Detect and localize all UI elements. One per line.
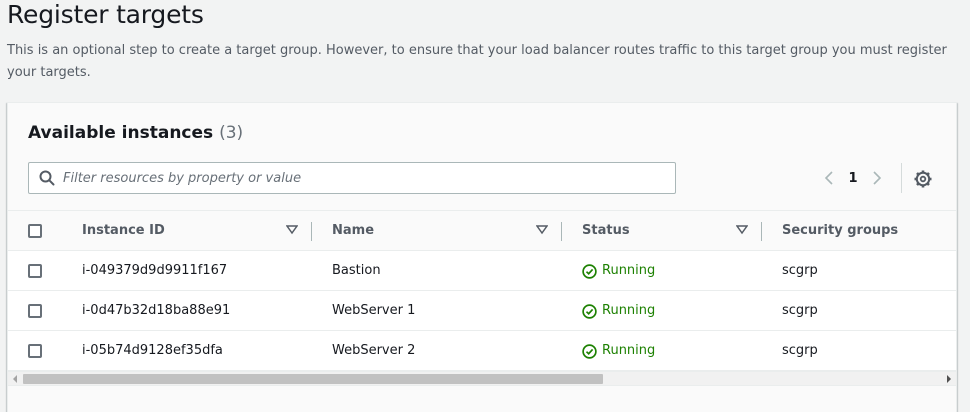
status-cell: Running — [582, 291, 655, 331]
page-description: This is an optional step to create a tar… — [7, 43, 947, 80]
column-divider[interactable] — [561, 222, 562, 241]
security-groups-cell: scgrp — [782, 343, 818, 358]
table-row[interactable]: i-0d47b32d18ba88e91 WebServer 1 Running … — [8, 291, 956, 331]
table-row[interactable]: i-049379d9d9911f167 Bastion Running scgr… — [8, 251, 956, 291]
scroll-right-arrow-icon[interactable] — [942, 372, 956, 386]
name-cell: WebServer 2 — [332, 343, 416, 358]
chevron-right-icon — [873, 171, 882, 185]
table-row[interactable]: i-05b74d9128ef35dfa WebServer 2 Running … — [8, 331, 956, 371]
panel-header: Available instances (3) 1 — [8, 103, 956, 211]
available-instances-panel: Available instances (3) 1 — [7, 102, 957, 412]
row-checkbox[interactable] — [28, 264, 42, 278]
filter-input[interactable] — [63, 170, 643, 186]
panel-title-label: Available instances — [28, 123, 214, 143]
instance-id-cell: i-0d47b32d18ba88e91 — [82, 303, 231, 318]
select-all-checkbox[interactable] — [28, 224, 42, 238]
status-cell: Running — [582, 251, 655, 291]
column-header-security-groups[interactable]: Security groups — [782, 211, 898, 251]
column-header-name[interactable]: Name — [332, 211, 374, 251]
column-header-instance-id[interactable]: Instance ID — [82, 211, 165, 251]
current-page[interactable]: 1 — [840, 171, 866, 186]
row-checkbox[interactable] — [28, 344, 42, 358]
status-label: Running — [602, 303, 656, 318]
horizontal-scrollbar[interactable] — [8, 371, 956, 385]
panel-footer — [8, 385, 956, 412]
instances-table: Instance ID Name Status Security groups … — [8, 211, 956, 371]
scrollbar-thumb[interactable] — [23, 374, 603, 384]
check-circle-icon — [582, 343, 597, 359]
status-label: Running — [602, 343, 656, 358]
check-circle-icon — [582, 303, 597, 319]
scroll-left-arrow-icon[interactable] — [8, 372, 22, 386]
name-cell: Bastion — [332, 263, 381, 278]
row-checkbox[interactable] — [28, 304, 42, 318]
next-page-button[interactable] — [866, 165, 888, 191]
status-label: Running — [602, 263, 656, 278]
chevron-left-icon — [824, 171, 833, 185]
pagination-divider — [901, 163, 902, 193]
caret-down-icon[interactable] — [536, 225, 548, 235]
caret-down-icon[interactable] — [736, 225, 748, 235]
security-groups-cell: scgrp — [782, 303, 818, 318]
search-icon — [39, 170, 55, 186]
instance-id-cell: i-049379d9d9911f167 — [82, 263, 228, 278]
caret-down-icon[interactable] — [286, 225, 298, 235]
pagination: 1 — [818, 165, 888, 191]
prev-page-button[interactable] — [818, 165, 840, 191]
panel-title: Available instances (3) — [28, 123, 243, 143]
column-header-status[interactable]: Status — [582, 211, 630, 251]
name-cell: WebServer 1 — [332, 303, 416, 318]
check-circle-icon — [582, 263, 597, 279]
gear-icon[interactable] — [913, 169, 933, 189]
filter-box — [28, 162, 676, 194]
status-cell: Running — [582, 331, 655, 371]
instance-id-cell: i-05b74d9128ef35dfa — [82, 343, 223, 358]
security-groups-cell: scgrp — [782, 263, 818, 278]
page-title: Register targets — [7, 0, 204, 29]
instance-count: (3) — [219, 123, 244, 143]
column-divider[interactable] — [311, 222, 312, 241]
table-header: Instance ID Name Status Security groups — [8, 211, 956, 251]
column-divider[interactable] — [761, 222, 762, 241]
